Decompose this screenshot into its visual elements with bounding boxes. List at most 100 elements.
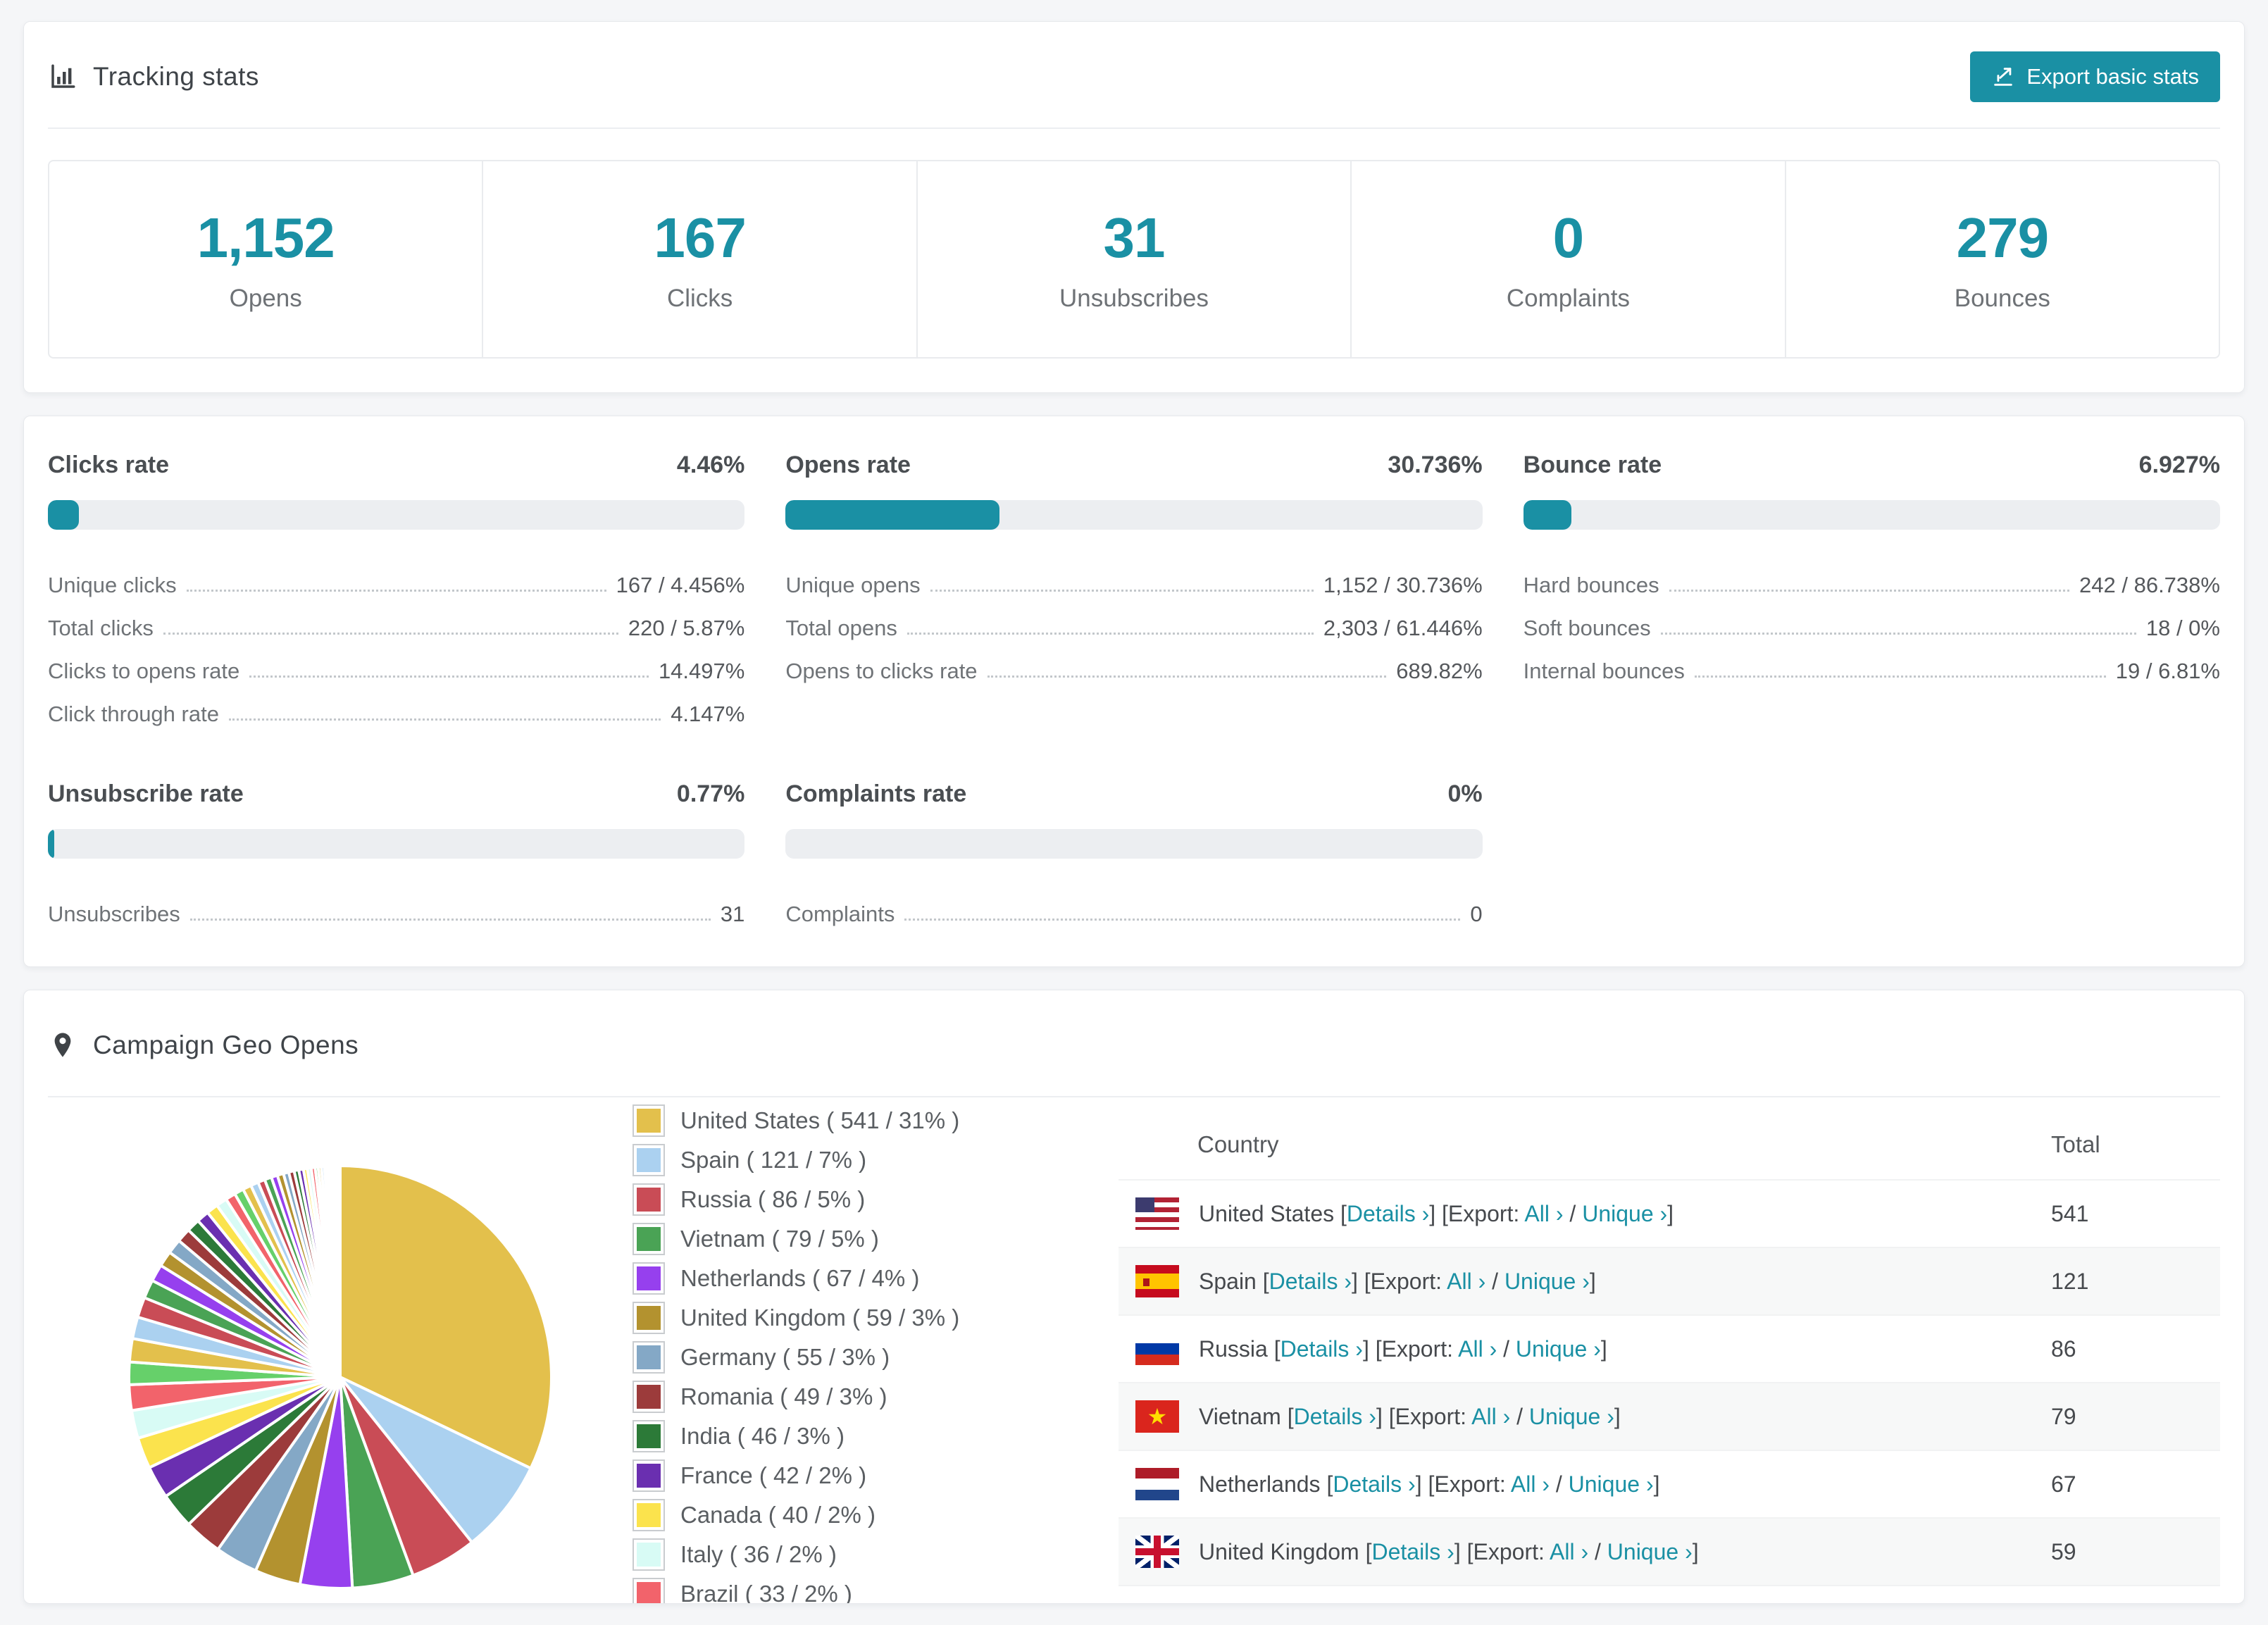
bounce-rate-progress-bar xyxy=(1523,500,2220,530)
legend-item: Russia ( 86 / 5% ) xyxy=(633,1183,1119,1216)
rate-detail-row: Soft bounces 18 / 0% xyxy=(1523,615,2220,640)
dotted-leader xyxy=(906,633,1314,635)
country-total: 67 xyxy=(2051,1471,2076,1497)
legend-swatch xyxy=(633,1183,665,1216)
stat-value: 167 xyxy=(654,206,746,269)
bar-chart-icon xyxy=(51,64,75,88)
export-unique-link[interactable]: Unique › xyxy=(1569,1471,1654,1497)
legend-label: Netherlands ( 67 / 4% ) xyxy=(680,1265,920,1291)
rate-value: 0.77% xyxy=(676,780,745,807)
export-unique-link[interactable]: Unique › xyxy=(1516,1336,1601,1362)
geo-legend: United States ( 541 / 31% ) Spain ( 121 … xyxy=(633,1104,1119,1603)
export-all-link[interactable]: All › xyxy=(1550,1539,1588,1564)
country-flag-icon xyxy=(1135,1197,1179,1230)
country-flag-icon xyxy=(1135,1536,1179,1568)
dashboard-page: Tracking stats Export basic stats 1,152 … xyxy=(0,0,2268,1625)
country-name: Vietnam xyxy=(1199,1403,1281,1429)
unsubscribe-rate-panel: Unsubscribe rate 0.77% Unsubscribes 31 xyxy=(48,780,745,927)
legend-swatch xyxy=(633,1144,665,1176)
rate-value: 30.736% xyxy=(1388,452,1483,478)
stat-cell: 0 Complaints xyxy=(1352,161,1786,357)
rate-detail-row: Hard bounces 242 / 86.738% xyxy=(1523,572,2220,597)
legend-item: United Kingdom ( 59 / 3% ) xyxy=(633,1302,1119,1334)
export-unique-link[interactable]: Unique › xyxy=(1504,1269,1590,1294)
legend-item: Germany ( 55 / 3% ) xyxy=(633,1341,1119,1374)
geo-table-row: Germany [Details ›] [Export: All › / Uni… xyxy=(1119,1586,2220,1603)
geo-table-row: United Kingdom [Details ›] [Export: All … xyxy=(1119,1518,2220,1586)
country-total: 79 xyxy=(2051,1403,2076,1429)
export-all-link[interactable]: All › xyxy=(1458,1336,1497,1362)
dotted-leader xyxy=(1669,590,2070,592)
legend-item: Brazil ( 33 / 2% ) xyxy=(633,1578,1119,1603)
country-total: 55 xyxy=(2051,1586,2220,1603)
rates-card: Clicks rate 4.46% Unique clicks 167 / 4.… xyxy=(23,416,2245,967)
country-flag-icon xyxy=(1135,1265,1179,1297)
rate-title: Unsubscribe rate xyxy=(48,780,244,807)
rate-detail-row: Complaints 0 xyxy=(785,901,1483,926)
details-link[interactable]: Details › xyxy=(1294,1404,1376,1429)
country-total: 121 xyxy=(2051,1268,2089,1294)
legend-swatch xyxy=(633,1578,665,1603)
dotted-leader xyxy=(1694,675,2106,678)
stat-label: Bounces xyxy=(1954,285,2050,312)
legend-item: Spain ( 121 / 7% ) xyxy=(633,1144,1119,1176)
rate-detail-row: Unsubscribes 31 xyxy=(48,901,745,926)
export-unique-link[interactable]: Unique › xyxy=(1529,1404,1614,1429)
campaign-geo-opens-card: Campaign Geo Opens United States ( 541 /… xyxy=(23,990,2245,1604)
export-all-link[interactable]: All › xyxy=(1447,1269,1485,1294)
export-unique-link[interactable]: Unique › xyxy=(1607,1539,1693,1564)
dotted-leader xyxy=(249,675,649,678)
stat-label: Unsubscribes xyxy=(1059,285,1209,312)
geo-table: Country Total United States [Details ›] … xyxy=(1119,1113,2220,1603)
rate-value: 6.927% xyxy=(2138,452,2220,478)
country-flag-icon xyxy=(1135,1333,1179,1365)
export-unique-link[interactable]: Unique › xyxy=(1582,1201,1667,1226)
rate-detail-row: Total clicks 220 / 5.87% xyxy=(48,615,745,640)
dotted-leader xyxy=(930,590,1314,592)
legend-label: Italy ( 36 / 2% ) xyxy=(680,1541,837,1567)
country-total: 541 xyxy=(2051,1200,2089,1226)
details-link[interactable]: Details › xyxy=(1371,1539,1454,1564)
details-link[interactable]: Details › xyxy=(1269,1269,1352,1294)
legend-label: Romania ( 49 / 3% ) xyxy=(680,1383,887,1409)
details-link[interactable]: Details › xyxy=(1333,1471,1415,1497)
export-all-link[interactable]: All › xyxy=(1511,1471,1550,1497)
country-flag-icon xyxy=(1135,1400,1179,1433)
unsubscribe-rate-progress-bar xyxy=(48,829,745,859)
geo-table-row: Netherlands [Details ›] [Export: All › /… xyxy=(1119,1450,2220,1518)
legend-label: India ( 46 / 3% ) xyxy=(680,1423,845,1449)
rate-detail-row: Click through rate 4.147% xyxy=(48,701,745,726)
legend-label: United States ( 541 / 31% ) xyxy=(680,1107,960,1133)
rate-title: Opens rate xyxy=(785,452,911,478)
country-name: Spain xyxy=(1199,1268,1257,1294)
country-name: Netherlands xyxy=(1199,1471,1321,1497)
country-name: Russia xyxy=(1199,1336,1268,1362)
clicks-rate-panel: Clicks rate 4.46% Unique clicks 167 / 4.… xyxy=(48,452,745,727)
legend-label: Vietnam ( 79 / 5% ) xyxy=(680,1226,879,1252)
export-button-label: Export basic stats xyxy=(2026,64,2199,89)
export-basic-stats-button[interactable]: Export basic stats xyxy=(1970,51,2220,102)
legend-swatch xyxy=(633,1341,665,1374)
rate-title: Bounce rate xyxy=(1523,452,1662,478)
export-all-link[interactable]: All › xyxy=(1471,1404,1510,1429)
details-link[interactable]: Details › xyxy=(1347,1201,1429,1226)
details-link[interactable]: Details › xyxy=(1281,1336,1363,1362)
dotted-leader xyxy=(189,919,711,921)
stat-value: 0 xyxy=(1552,206,1584,269)
country-name: United States xyxy=(1199,1200,1335,1226)
export-icon xyxy=(1994,68,2013,86)
legend-swatch xyxy=(633,1538,665,1571)
legend-swatch xyxy=(633,1262,665,1295)
opens-rate-panel: Opens rate 30.736% Unique opens 1,152 / … xyxy=(785,452,1483,727)
stat-label: Clicks xyxy=(666,285,733,312)
progress-bar-fill xyxy=(1523,500,1572,530)
geo-pie-wrap xyxy=(48,1157,633,1597)
dotted-leader xyxy=(987,675,1387,678)
legend-swatch xyxy=(633,1459,665,1492)
export-all-link[interactable]: All › xyxy=(1524,1201,1563,1226)
legend-label: United Kingdom ( 59 / 3% ) xyxy=(680,1305,960,1331)
geo-table-row: United States [Details ›] [Export: All ›… xyxy=(1119,1180,2220,1247)
legend-item: Netherlands ( 67 / 4% ) xyxy=(633,1262,1119,1295)
tracking-stats-header: Tracking stats Export basic stats xyxy=(24,22,2244,102)
legend-item: Romania ( 49 / 3% ) xyxy=(633,1381,1119,1413)
